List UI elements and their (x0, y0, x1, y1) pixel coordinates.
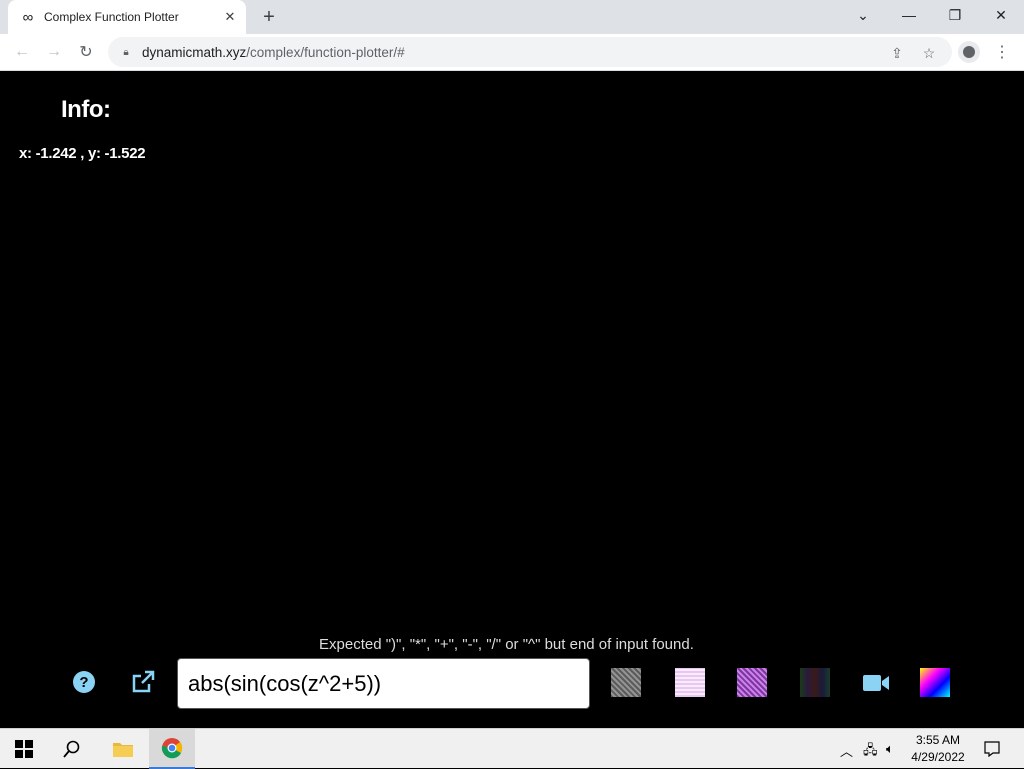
clock-time: 3:55 AM (915, 733, 961, 747)
infinity-icon: ∞ (22, 8, 34, 26)
plotter-canvas[interactable]: Info: x: -1.242 , y: -1.522 Expected ")"… (0, 71, 1024, 728)
bookmark-star-icon[interactable]: ☆ (920, 44, 938, 62)
texture-grid-pink-button[interactable] (675, 668, 705, 697)
address-bar[interactable]: 🔒︎ dynamicmath.xyz/complex/function-plot… (108, 37, 952, 67)
texture-dark-button[interactable] (800, 668, 830, 697)
tab-search-icon[interactable]: ⌄ (840, 0, 886, 30)
new-tab-button[interactable]: + (258, 6, 280, 28)
clock-date: 4/29/2022 (911, 750, 965, 764)
restore-button[interactable]: ❐ (932, 0, 978, 30)
volume-icon[interactable]: 🔈︎ (886, 741, 894, 757)
windows-start-icon[interactable] (0, 729, 48, 769)
share-icon[interactable]: ⇪ (888, 44, 906, 62)
chrome-taskbar-icon[interactable] (149, 729, 195, 769)
info-title: Info: (61, 96, 111, 123)
close-window-button[interactable]: ✕ (978, 0, 1024, 30)
network-icon[interactable]: 🖧︎ (863, 741, 878, 763)
taskbar: ︿ 🖧︎ 🔈︎ 3:55 AM 4/29/2022 (0, 728, 1024, 769)
help-label: ? (79, 673, 89, 691)
minimize-button[interactable]: — (886, 0, 932, 30)
help-icon[interactable]: ? (73, 671, 95, 693)
forward-arrow-icon[interactable]: → (42, 40, 66, 64)
browser-menu-icon[interactable]: ⋮ (994, 40, 1010, 64)
taskbar-clock[interactable]: 3:55 AM 4/29/2022 (908, 732, 968, 766)
texture-grid-purple-button[interactable] (737, 668, 767, 697)
tab-title: Complex Function Plotter (44, 10, 179, 24)
notification-icon[interactable] (980, 729, 1004, 769)
expression-input[interactable] (177, 658, 590, 709)
video-camera-icon[interactable] (862, 672, 890, 694)
open-external-icon[interactable] (130, 669, 156, 695)
color-wheel-button[interactable] (920, 668, 950, 697)
file-explorer-icon[interactable] (100, 729, 146, 769)
chevron-up-icon[interactable]: ︿ (840, 741, 853, 760)
tab-strip: ∞ Complex Function Plotter ✕ + ⌄ — ❐ ✕ (0, 0, 1024, 34)
cursor-coordinates: x: -1.242 , y: -1.522 (19, 145, 146, 162)
browser-toolbar: ← → ↻ 🔒︎ dynamicmath.xyz/complex/functio… (0, 34, 1024, 71)
lock-icon: 🔒︎ (123, 46, 129, 58)
tab-close-icon[interactable]: ✕ (222, 9, 238, 25)
texture-grid-gray-button[interactable] (611, 668, 641, 697)
back-arrow-icon[interactable]: ← (10, 40, 34, 64)
url-text: dynamicmath.xyz/complex/function-plotter… (142, 44, 405, 60)
browser-tab[interactable]: ∞ Complex Function Plotter ✕ (8, 0, 246, 34)
parse-error-message: Expected ")", "*", "+", "-", "/" or "^" … (319, 636, 694, 653)
search-icon[interactable] (50, 729, 94, 769)
profile-avatar-icon[interactable] (958, 41, 980, 63)
reload-icon[interactable]: ↻ (74, 40, 98, 64)
